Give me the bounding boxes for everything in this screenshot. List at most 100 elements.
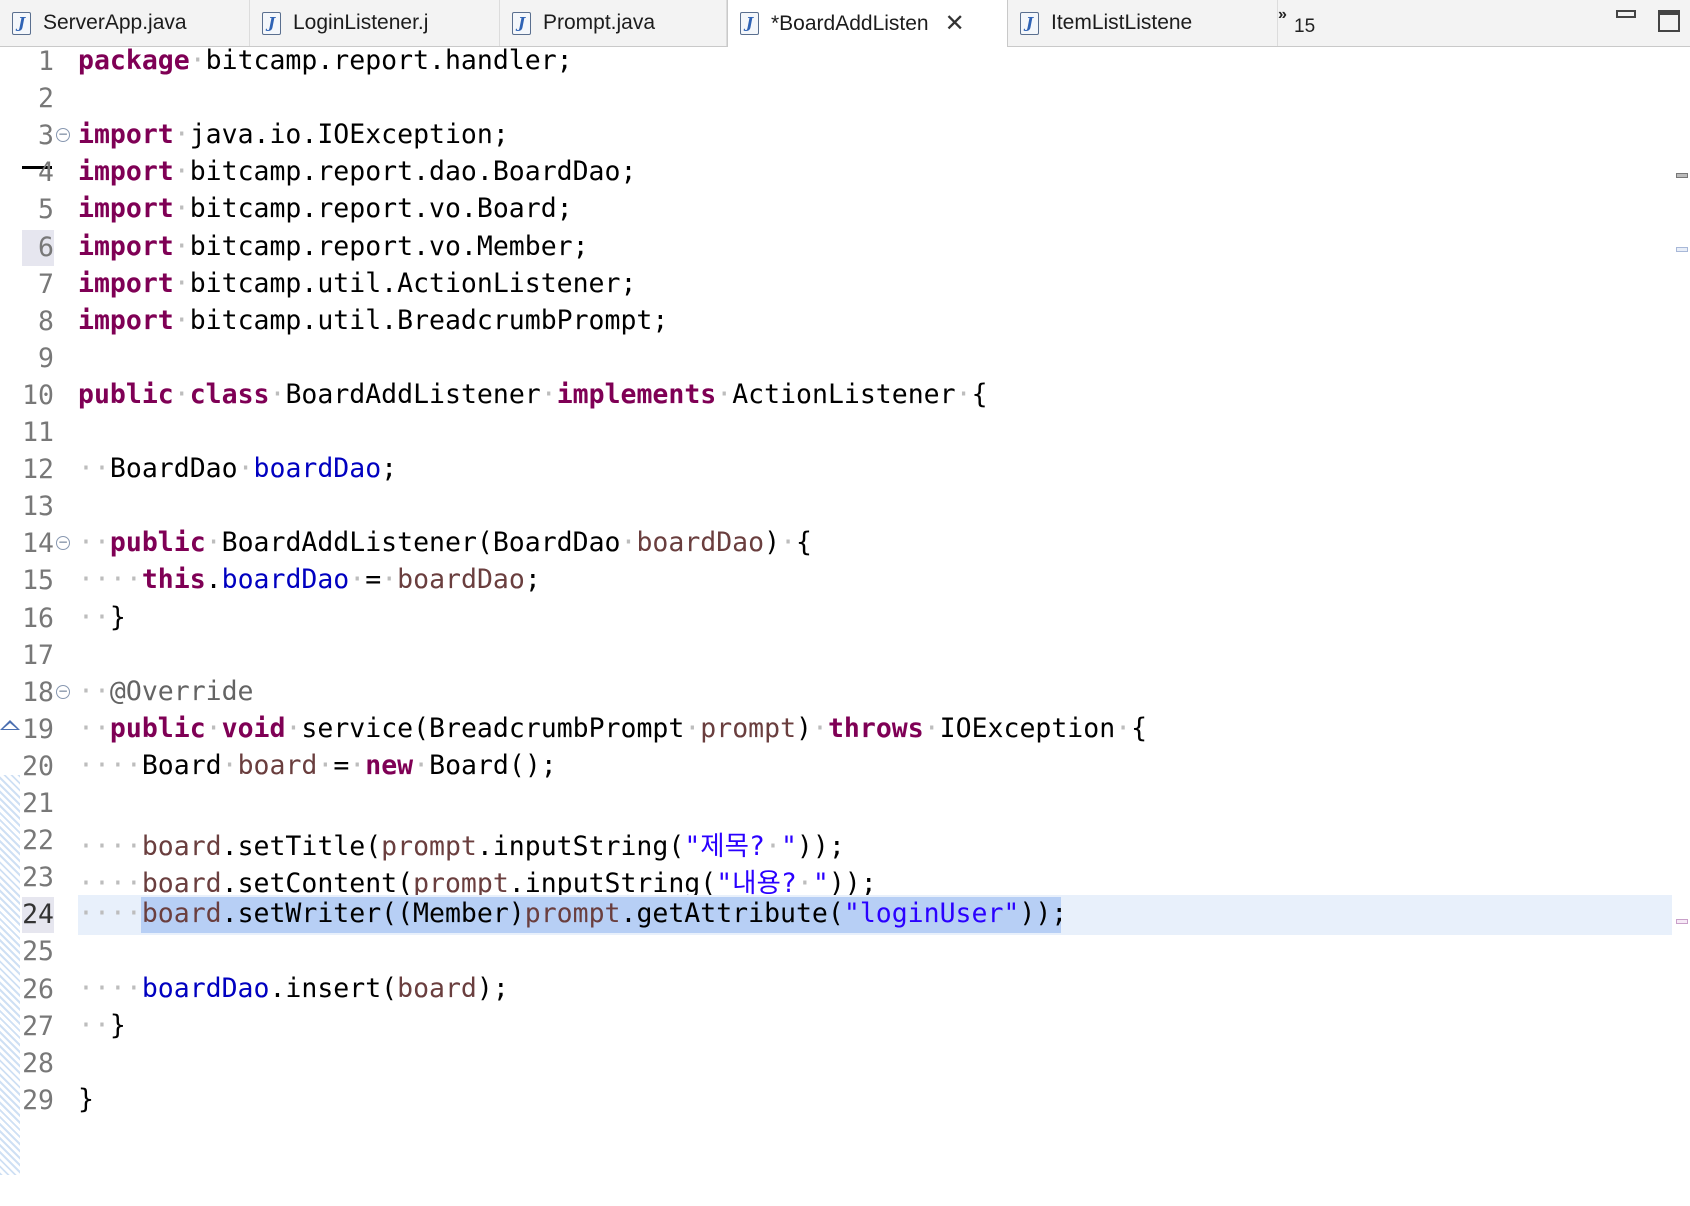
code-text: } <box>78 1084 94 1115</box>
code-line[interactable]: 20 ····Board·board·=·new·Board(); <box>0 747 1672 787</box>
line-number: 22 <box>22 825 54 856</box>
tab-5[interactable]: J ItemListListene <box>1008 0 1278 46</box>
code-token: boardDao <box>397 564 525 595</box>
close-icon[interactable]: ✕ <box>945 9 965 38</box>
code-line[interactable]: 17 <box>0 636 1672 676</box>
code-token: public <box>78 379 174 410</box>
code-line[interactable]: 24 ····board.setWriter((Member)prompt.get… <box>0 895 1672 935</box>
line-number: 8 <box>38 306 54 337</box>
code-text: ··BoardDao·boardDao; <box>78 453 397 484</box>
code-token: "loginUser" <box>843 898 1020 929</box>
code-line[interactable]: 11 <box>0 413 1672 453</box>
line-number: 5 <box>38 194 54 225</box>
code-line[interactable]: 8 import·bitcamp.util.BreadcrumbPrompt; <box>0 302 1672 342</box>
line-number: 27 <box>22 1011 54 1042</box>
code-token: class <box>189 379 270 410</box>
code-editor[interactable]: 1 package·bitcamp.report.handler; 2 3− impor… <box>0 45 1690 1206</box>
fold-collapse-icon[interactable]: − <box>56 128 70 142</box>
code-line[interactable]: 29} <box>0 1081 1672 1121</box>
code-token: · <box>413 750 430 781</box>
override-indicator-icon[interactable] <box>0 720 20 730</box>
code-token: { <box>971 379 988 410</box>
code-token: · <box>173 156 190 187</box>
line-number: 12 <box>22 454 54 485</box>
code-token: ·· <box>78 527 110 558</box>
line-number: 15 <box>22 565 54 596</box>
tab-4[interactable]: J *BoardAddListen ✕ <box>727 0 1008 47</box>
code-text: ··public·void·service(BreadcrumbPrompt·p… <box>78 713 1147 744</box>
code-line[interactable]: 16 ··} <box>0 599 1672 639</box>
fold-collapse-icon[interactable]: − <box>56 536 70 550</box>
code-line[interactable]: 22 ····board.setTitle(prompt.inputString(… <box>0 821 1672 862</box>
code-text: import·bitcamp.util.ActionListener; <box>78 268 636 299</box>
code-token: · <box>221 750 238 781</box>
code-line[interactable]: 3− import·java.io.IOException; <box>0 116 1672 156</box>
code-token: · <box>173 231 190 262</box>
code-token: · <box>205 713 222 744</box>
code-line[interactable]: 26 ····boardDao.insert(board); <box>0 970 1672 1010</box>
tab-overflow-count[interactable]: 15 <box>1294 16 1315 38</box>
code-token: board <box>397 973 477 1004</box>
tab-2[interactable]: J LoginListener.j <box>250 0 500 46</box>
code-text: import·java.io.IOException; <box>78 119 509 150</box>
code-token: · <box>285 713 302 744</box>
fold-collapse-icon[interactable]: − <box>56 685 70 699</box>
code-line[interactable]: 6 import·bitcamp.report.vo.Member; <box>0 228 1672 268</box>
code-line[interactable]: 10 public·class·BoardAddListener·implemen… <box>0 376 1672 416</box>
code-line[interactable]: 9 <box>0 339 1672 379</box>
code-line[interactable]: 5 import·bitcamp.report.vo.Board; <box>0 190 1672 230</box>
overview-ruler[interactable] <box>1674 47 1690 1206</box>
code-token: )); <box>1019 898 1068 929</box>
tab-3[interactable]: J Prompt.java <box>500 0 727 46</box>
overview-mark[interactable] <box>1676 173 1688 178</box>
code-text: package·bitcamp.report.handler; <box>78 45 573 76</box>
code-line[interactable]: 12 ··BoardDao·boardDao; <box>0 450 1672 490</box>
code-line[interactable]: 23 ····board.setContent(prompt.inputStrin… <box>0 858 1672 899</box>
tab-label: LoginListener.j <box>293 11 429 34</box>
code-line[interactable]: 1 package·bitcamp.report.handler; <box>0 42 1672 82</box>
code-line[interactable]: 25 <box>0 932 1672 972</box>
java-file-icon: J <box>740 12 759 35</box>
code-token: BoardDao <box>109 453 238 484</box>
code-token: ·· <box>78 1010 110 1041</box>
overview-mark[interactable] <box>1676 247 1688 252</box>
code-token: · <box>189 45 206 76</box>
tab-label: ServerApp.java <box>43 11 187 34</box>
line-number: 21 <box>22 788 54 819</box>
code-token: ···· <box>78 973 142 1004</box>
code-line[interactable]: 7 import·bitcamp.util.ActionListener; <box>0 265 1672 305</box>
code-token: BoardAddListener(BoardDao <box>221 527 621 558</box>
code-token: } <box>78 1084 94 1115</box>
minimize-icon[interactable] <box>1616 10 1636 18</box>
code-line[interactable]: 4 import·bitcamp.report.dao.BoardDao; <box>0 153 1672 193</box>
code-token: board <box>141 898 222 929</box>
code-line[interactable]: 28 <box>0 1044 1672 1084</box>
code-token: .insert( <box>269 973 398 1004</box>
line-number: 23 <box>22 862 54 893</box>
code-token: · <box>173 193 190 224</box>
code-line[interactable]: 15 ····this.boardDao·=·boardDao; <box>0 561 1672 601</box>
code-token: Board(); <box>429 750 557 781</box>
code-token: · <box>955 379 972 410</box>
overview-mark[interactable] <box>1676 919 1688 924</box>
code-token: ···· <box>78 564 142 595</box>
code-token: · <box>1115 713 1132 744</box>
code-text: public·class·BoardAddListener·implements… <box>78 379 988 410</box>
java-file-icon: J <box>1020 11 1039 35</box>
code-line[interactable]: 21 <box>0 784 1672 824</box>
tab-1[interactable]: J ServerApp.java <box>0 0 250 46</box>
code-line[interactable]: 19 ··public·void·service(BreadcrumbPrompt… <box>0 710 1672 750</box>
line-number: 16 <box>22 603 54 634</box>
code-token: Board <box>141 750 222 781</box>
code-text: ··public·BoardAddListener(BoardDao·board… <box>78 527 812 558</box>
code-token: import <box>78 156 174 187</box>
code-token: ; <box>381 453 398 484</box>
code-line[interactable]: 2 <box>0 79 1672 119</box>
code-line[interactable]: 27 ··} <box>0 1007 1672 1047</box>
code-text: ····this.boardDao·=·boardDao; <box>78 564 541 595</box>
maximize-icon[interactable] <box>1658 10 1680 32</box>
code-line[interactable]: 13 <box>0 487 1672 527</box>
tab-overflow-chevron[interactable]: » <box>1278 6 1287 24</box>
code-line[interactable]: 14− ··public·BoardAddListener(BoardDao·bo… <box>0 524 1672 564</box>
code-line[interactable]: 18− ··@Override <box>0 673 1672 713</box>
